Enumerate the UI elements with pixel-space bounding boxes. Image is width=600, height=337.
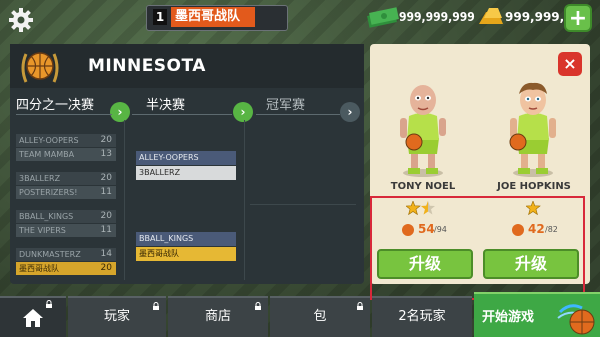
round-label-final: 冠军赛 xyxy=(266,98,306,113)
gold-value: 999,999,9 xyxy=(505,10,573,24)
arrow-right-icon[interactable]: › xyxy=(233,102,253,122)
nav-players-label: 玩家 xyxy=(103,309,130,324)
arrow-right-icon[interactable]: › xyxy=(110,102,130,122)
lock-icon xyxy=(153,302,159,310)
semifinal-team-own: 墨西哥战队 xyxy=(136,247,236,261)
quarterfinal-team: ALLEY-OOPERS 20 xyxy=(16,134,116,147)
cash-icon xyxy=(367,7,399,28)
cash-value: 999,999,999 xyxy=(399,10,475,24)
semifinal-team: BBALL_KINGS xyxy=(136,232,236,246)
quarterfinal-team: TEAM MAMBA 13 xyxy=(16,148,116,161)
quarterfinal-team: 3BALLERZ 20 xyxy=(16,172,116,185)
semifinal-team: 3BALLERZ xyxy=(136,166,236,180)
lock-icon xyxy=(255,302,261,310)
gold-bars-icon xyxy=(479,8,503,24)
column-divider xyxy=(244,120,245,280)
basketball-emblem-icon xyxy=(21,52,59,83)
rank-team-name: 墨西哥战队 xyxy=(171,7,255,27)
arrow-right-icon[interactable]: › xyxy=(340,102,360,122)
start-game-label: 开始游戏 xyxy=(482,310,535,325)
column-divider xyxy=(124,120,125,280)
lock-icon xyxy=(46,300,52,308)
quarterfinal-team: BBALL_KINGS 20 xyxy=(16,210,116,223)
player-name: JOE HOPKINS xyxy=(497,181,571,192)
nav-store[interactable]: 商店 xyxy=(168,296,268,337)
close-button[interactable]: × xyxy=(558,52,582,76)
home-button[interactable] xyxy=(0,296,66,337)
home-icon xyxy=(23,309,43,327)
round-label-semifinal: 半决赛 xyxy=(146,98,186,113)
player-joe-hopkins-avatar xyxy=(509,82,556,177)
semifinal-team: ALLEY-OOPERS xyxy=(136,151,236,165)
nav-bag[interactable]: 包 xyxy=(270,296,370,337)
lock-icon xyxy=(357,302,363,310)
divider xyxy=(256,114,340,115)
quarterfinal-team: POSTERIZERS! 11 xyxy=(16,186,116,199)
highlight-box xyxy=(370,196,585,300)
nav-bag-label: 包 xyxy=(313,309,327,324)
gear-icon[interactable] xyxy=(8,7,34,33)
divider xyxy=(250,204,356,205)
nav-store-label: 商店 xyxy=(204,309,231,324)
nav-players[interactable]: 玩家 xyxy=(68,296,166,337)
player-name: TONY NOEL xyxy=(390,181,456,192)
quarterfinal-team: DUNKMASTERZ 14 xyxy=(16,248,116,261)
player-tony-noel-avatar xyxy=(400,85,446,177)
add-currency-button[interactable]: + xyxy=(564,4,592,32)
team-rank-box: 1 墨西哥战队 xyxy=(146,5,288,31)
rank-number: 1 xyxy=(153,9,167,25)
round-label-quarterfinal: 四分之一决赛 xyxy=(16,98,95,113)
start-game-button[interactable]: 开始游戏 xyxy=(474,292,600,337)
nav-two-players-label: 2名玩家 xyxy=(398,309,446,324)
quarterfinal-team: THE VIPERS 11 xyxy=(16,224,116,237)
divider xyxy=(16,114,112,115)
flaming-basketball-icon xyxy=(557,304,595,335)
quarterfinal-team-own: 墨西哥战队 20 xyxy=(16,262,116,275)
divider xyxy=(132,114,232,115)
team-name: MINNESOTA xyxy=(88,56,206,76)
nav-two-players[interactable]: 2名玩家 xyxy=(372,296,472,337)
